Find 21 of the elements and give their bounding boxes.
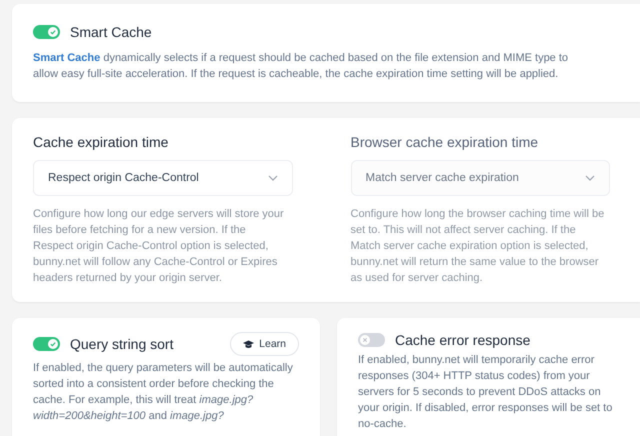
toggle-switch[interactable] <box>33 337 60 351</box>
graduation-cap-icon <box>243 340 254 348</box>
card-title: Query string sort <box>70 336 174 352</box>
chevron-down-icon <box>585 175 595 181</box>
description-text: Configure how long the browser caching time will be set to. This will not affect server caching. If the Match server cache expiration option is selected, bunny.net will return the same value to the browser as used for server caching. <box>350 207 606 286</box>
description-text: Smart Cache dynamically selects if a request should be cached based on the file extension and MIME type to allow easy full-site acceleration. If the request is cacheable, the cache expiration time setting will be applied. <box>33 51 570 82</box>
dropdown-select[interactable]: Respect origin Cache-Control <box>33 160 292 196</box>
section-title: Browser cache expiration time <box>350 134 540 150</box>
check-icon <box>48 27 58 37</box>
description-text: If enabled, the query parameters will be automatically sorted into a consistent order before checking the cache. For example, this will treat image.jpg?width=200&height=100 and image.jpg? <box>33 361 294 424</box>
toggle-switch[interactable] <box>33 25 60 39</box>
card-title: Smart Cache <box>70 24 152 40</box>
check-icon <box>48 339 58 349</box>
chevron-down-icon <box>268 175 278 181</box>
close-icon <box>360 335 370 345</box>
description-text: If enabled, bunny.net will temporarily cache error responses (304+ HTTP status codes) from your servers for 5 seconds to prevent DDoS attacks on your origin. If disabled, error responses will be set to no-cache. <box>358 353 614 432</box>
card-title: Cache error response <box>395 332 530 348</box>
learn-button[interactable]: Learn <box>230 332 299 356</box>
toggle-switch[interactable] <box>358 333 385 347</box>
description-text: Configure how long our edge servers will store your files before fetching for a new version. If the Respect origin Cache-Control option is selected, bunny.net will follow any Cache-Control or Expires headers returned by your origin server. <box>33 207 285 286</box>
section-title: Cache expiration time <box>33 134 170 150</box>
